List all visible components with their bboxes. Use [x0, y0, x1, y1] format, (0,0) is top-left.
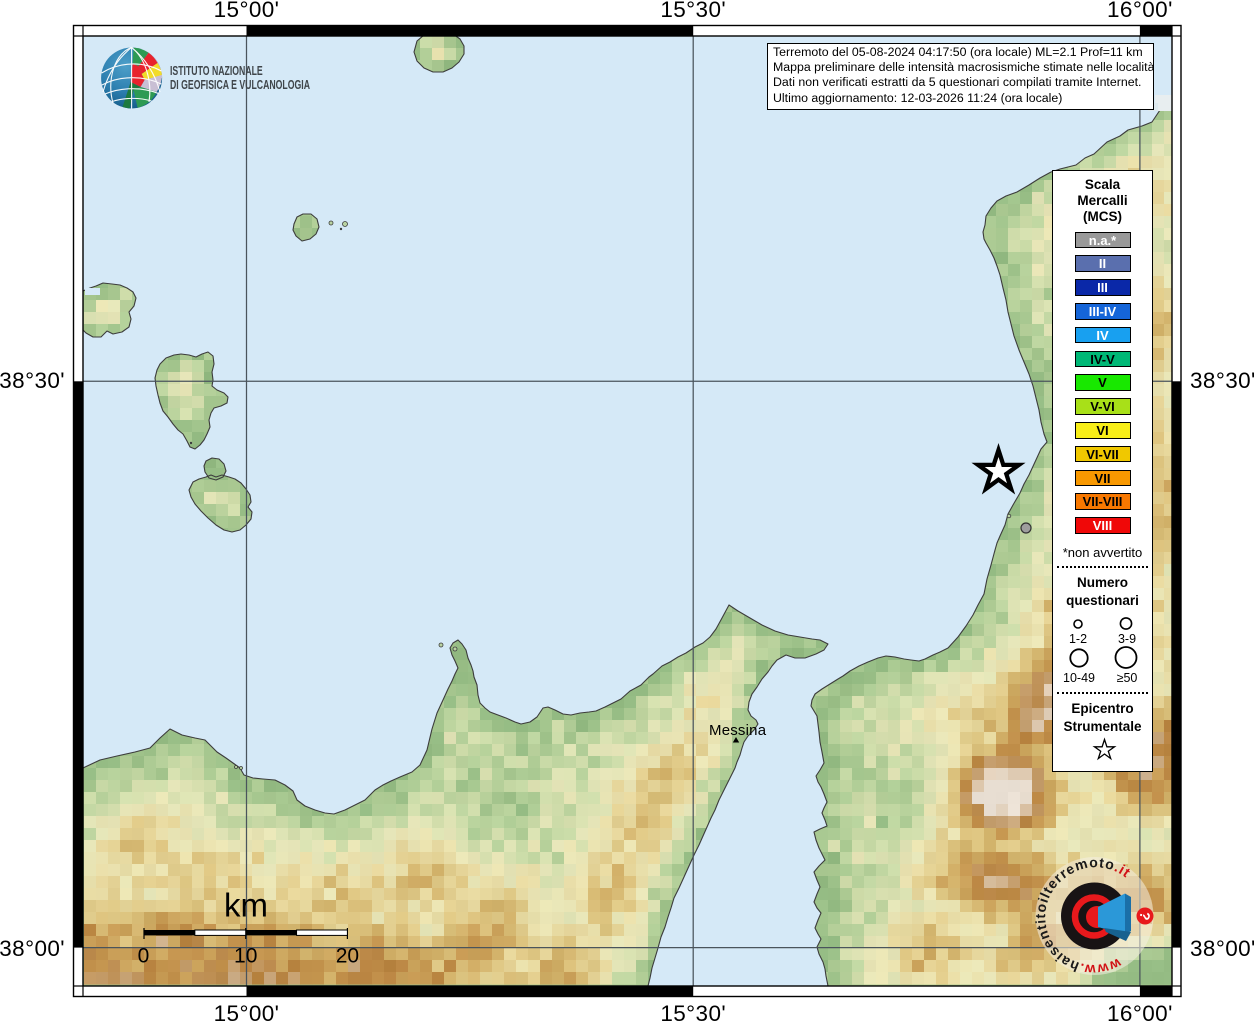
svg-text:10-49: 10-49 [1063, 671, 1095, 685]
svg-text:1-2: 1-2 [1069, 632, 1087, 646]
svg-text:10: 10 [234, 945, 257, 968]
svg-text:km: km [224, 887, 268, 924]
svg-text:3-9: 3-9 [1118, 632, 1136, 646]
svg-text:20: 20 [336, 945, 359, 968]
svg-text:Messina: Messina [709, 722, 767, 739]
svg-text:≥50: ≥50 [1117, 671, 1138, 685]
svg-text:0: 0 [138, 945, 150, 968]
